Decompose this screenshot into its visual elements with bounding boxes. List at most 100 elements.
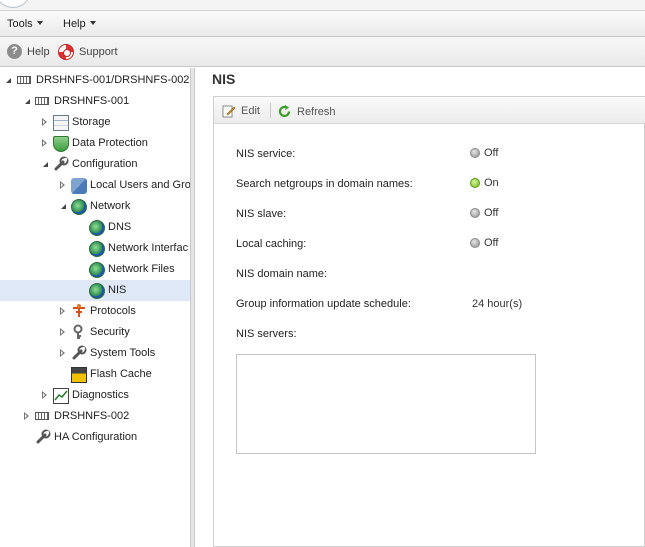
edit-button[interactable]: Edit	[222, 104, 260, 118]
refresh-button[interactable]: Refresh	[277, 104, 336, 119]
group-schedule-label: Group information update schedule:	[236, 298, 411, 310]
tree-label: Protocols	[90, 305, 136, 317]
tree-label: Network Interfac	[108, 242, 189, 254]
diagnostics-icon	[53, 388, 69, 404]
tree-label: DRSHNFS-001	[54, 95, 130, 107]
search-netgroups-value: On	[484, 177, 499, 189]
nis-slave-status: Off	[470, 207, 498, 219]
cluster-icon	[17, 76, 31, 84]
window-top-strip	[0, 0, 645, 10]
globe-icon	[71, 199, 87, 215]
tree-expand-icon[interactable]	[61, 204, 66, 209]
storage-icon	[53, 115, 69, 131]
tree-label: System Tools	[90, 347, 156, 359]
nis-servers-label: NIS servers:	[236, 328, 297, 340]
tree-label: Network Files	[108, 263, 175, 275]
wrench-icon	[35, 429, 51, 445]
tree-label: DRSHNFS-001/DRSHNFS-002	[36, 74, 190, 86]
support-button[interactable]: Support	[58, 44, 118, 60]
chevron-down-icon	[36, 21, 43, 25]
edit-button-label: Edit	[241, 105, 260, 117]
tools-menu[interactable]: Tools	[7, 18, 43, 30]
protocol-icon	[71, 303, 87, 319]
nis-slave-value: Off	[484, 207, 499, 219]
shield-icon	[53, 136, 69, 152]
tree-collapse-icon[interactable]	[60, 328, 65, 336]
edit-icon	[222, 105, 236, 118]
tree-item-flash-cache[interactable]: Flash Cache	[0, 364, 190, 385]
tree-item-data-protection[interactable]: Data Protection	[0, 133, 190, 154]
help-menu-label: Help	[63, 18, 86, 30]
search-netgroups-status: On	[470, 177, 499, 189]
tree-collapse-icon[interactable]	[42, 391, 47, 399]
tree-item-node2[interactable]: DRSHNFS-002	[0, 406, 190, 427]
tree-item-local-users[interactable]: Local Users and Gro	[0, 175, 191, 196]
tree-collapse-icon[interactable]	[42, 118, 47, 126]
support-button-label: Support	[79, 46, 118, 58]
server-icon	[35, 412, 49, 420]
tools-menu-label: Tools	[7, 18, 33, 30]
tree-item-ha-configuration[interactable]: HA Configuration	[0, 427, 190, 448]
nis-servers-list[interactable]	[236, 354, 536, 454]
globe-icon	[89, 283, 105, 299]
status-off-icon	[470, 238, 480, 248]
tree-label: Diagnostics	[72, 389, 129, 401]
globe-icon	[89, 241, 105, 257]
tree-item-system-tools[interactable]: System Tools	[0, 343, 190, 364]
wrench-icon	[53, 156, 69, 172]
tree-label: Storage	[72, 116, 111, 128]
tree-collapse-icon[interactable]	[60, 181, 65, 189]
tree-label: HA Configuration	[54, 431, 138, 443]
status-off-icon	[470, 208, 480, 218]
tree-item-network-interfaces[interactable]: Network Interfac	[0, 238, 190, 259]
tree-item-diagnostics[interactable]: Diagnostics	[0, 385, 190, 406]
key-icon	[71, 324, 87, 340]
tree-item-protocols[interactable]: Protocols	[0, 301, 190, 322]
menu-bar: Tools Help	[0, 10, 645, 37]
navigation-tree: DRSHNFS-001/DRSHNFS-002 DRSHNFS-001 Stor…	[0, 68, 191, 547]
refresh-icon	[278, 105, 291, 118]
tree-item-network-files[interactable]: Network Files	[0, 259, 190, 280]
tree-label: NIS	[108, 284, 127, 296]
group-schedule-value: 24 hour(s)	[472, 298, 523, 310]
tree-item-security[interactable]: Security	[0, 322, 190, 343]
nis-service-status: Off	[470, 147, 498, 159]
users-icon	[71, 178, 87, 194]
tree-item-nis[interactable]: NIS	[0, 280, 190, 301]
help-button[interactable]: ? Help	[7, 44, 50, 59]
local-caching-status: Off	[470, 237, 498, 249]
tree-item-network[interactable]: Network	[0, 196, 190, 217]
tree-label: Local Users and Gro	[90, 179, 191, 191]
panel-toolbar: Edit Refresh	[214, 97, 645, 124]
tree-item-root[interactable]: DRSHNFS-001/DRSHNFS-002	[0, 70, 190, 91]
tree-item-dns[interactable]: DNS	[0, 217, 190, 238]
toolbar-separator	[270, 103, 271, 118]
tree-label: Security	[90, 326, 130, 338]
tree-collapse-icon[interactable]	[60, 307, 65, 315]
tree-expand-icon[interactable]	[25, 99, 30, 104]
help-icon: ?	[7, 44, 22, 59]
status-off-icon	[470, 148, 480, 158]
nis-service-label: NIS service:	[236, 148, 296, 160]
page-title: NIS	[212, 71, 236, 87]
tree-item-node1[interactable]: DRSHNFS-001	[0, 91, 190, 112]
tree-label: Data Protection	[72, 137, 148, 149]
local-caching-value: Off	[484, 237, 499, 249]
tree-expand-icon[interactable]	[6, 78, 11, 83]
tree-item-storage[interactable]: Storage	[0, 112, 190, 133]
tree-label: Configuration	[72, 158, 138, 170]
tree-collapse-icon[interactable]	[24, 412, 29, 420]
main-toolbar: ? Help Support	[0, 37, 645, 67]
help-menu[interactable]: Help	[63, 18, 96, 30]
main-content: NIS Edit Refresh NIS service: Off Search…	[195, 68, 645, 547]
status-on-icon	[470, 178, 480, 188]
tree-label: DNS	[108, 221, 132, 233]
flash-cache-icon	[71, 367, 87, 383]
tree-collapse-icon[interactable]	[42, 139, 47, 147]
tree-expand-icon[interactable]	[43, 162, 48, 167]
tree-collapse-icon[interactable]	[60, 349, 65, 357]
refresh-button-label: Refresh	[297, 105, 336, 118]
tree-label: DRSHNFS-002	[54, 410, 130, 422]
tree-item-configuration[interactable]: Configuration	[0, 154, 190, 175]
chevron-down-icon	[89, 21, 96, 25]
